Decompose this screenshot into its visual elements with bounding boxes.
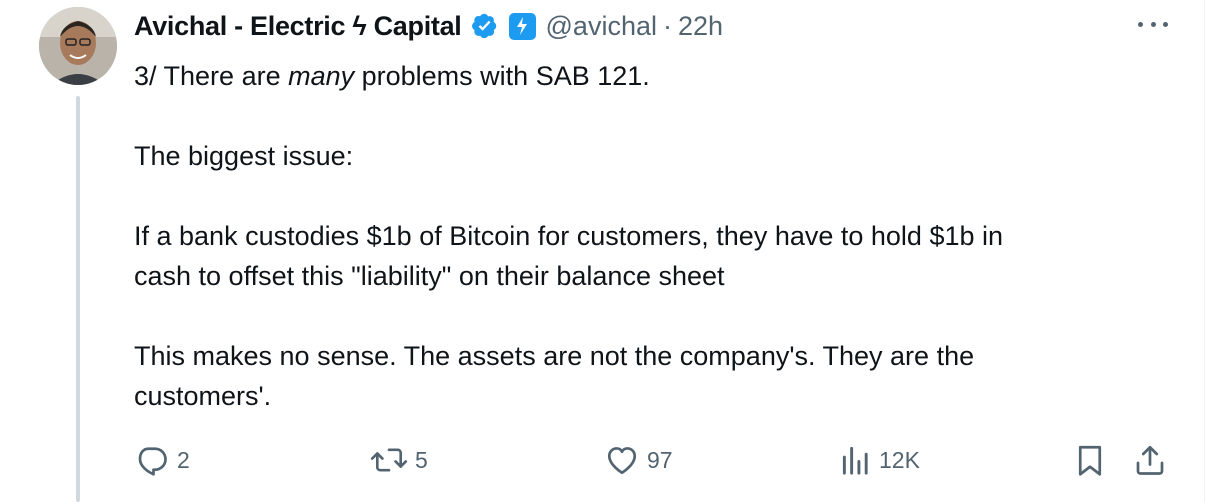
views-button[interactable]: 12K [840,438,920,482]
avatar-photo-icon [39,7,117,85]
like-button[interactable]: 97 [604,438,673,482]
share-icon [1136,445,1164,475]
tweet-paragraph-1: 3/ There are many problems with SAB 121. [134,61,650,91]
repost-button[interactable]: 5 [370,438,428,482]
affiliation-badge-icon[interactable] [508,12,536,40]
tweet-paragraph-3-line-2: cash to offset this "liability" on their… [134,261,725,291]
tweet-paragraph-2: The biggest issue: [134,141,354,171]
tweet-paragraph-3-line-1: If a bank custodies $1b of Bitcoin for c… [134,221,1004,251]
avatar[interactable] [39,7,117,85]
like-count: 97 [647,446,673,473]
reply-count: 2 [177,446,190,473]
repost-icon [370,448,408,472]
verified-badge-icon[interactable] [469,10,501,42]
reply-button[interactable]: 2 [134,438,190,482]
tweet-paragraph-4-line-2: customers'. [134,381,272,411]
thread-line [76,96,80,502]
emphasis-text: many [288,61,355,91]
views-icon [842,446,868,475]
handle[interactable]: @avichal [546,11,657,42]
views-count: 12K [879,446,920,473]
heart-icon [607,447,637,475]
timestamp[interactable]: 22h [678,11,723,42]
tweet-header: Avichal - Electric ϟ Capital @avichal · … [134,6,723,46]
bookmark-button[interactable] [1072,438,1108,482]
bookmark-icon [1078,445,1102,476]
separator-dot: · [662,10,672,41]
repost-count: 5 [415,446,428,473]
tweet-paragraph-4-line-1: This makes no sense. The assets are not … [134,341,975,371]
tweet: Avichal - Electric ϟ Capital @avichal · … [0,0,1205,502]
action-bar: 2 5 97 12K [134,438,1174,482]
tweet-text: 3/ There are many problems with SAB 121.… [134,56,1164,416]
more-options-icon[interactable] [1138,14,1168,34]
share-button[interactable] [1132,438,1168,482]
reply-icon [138,447,167,476]
display-name[interactable]: Avichal - Electric ϟ Capital [134,11,462,42]
